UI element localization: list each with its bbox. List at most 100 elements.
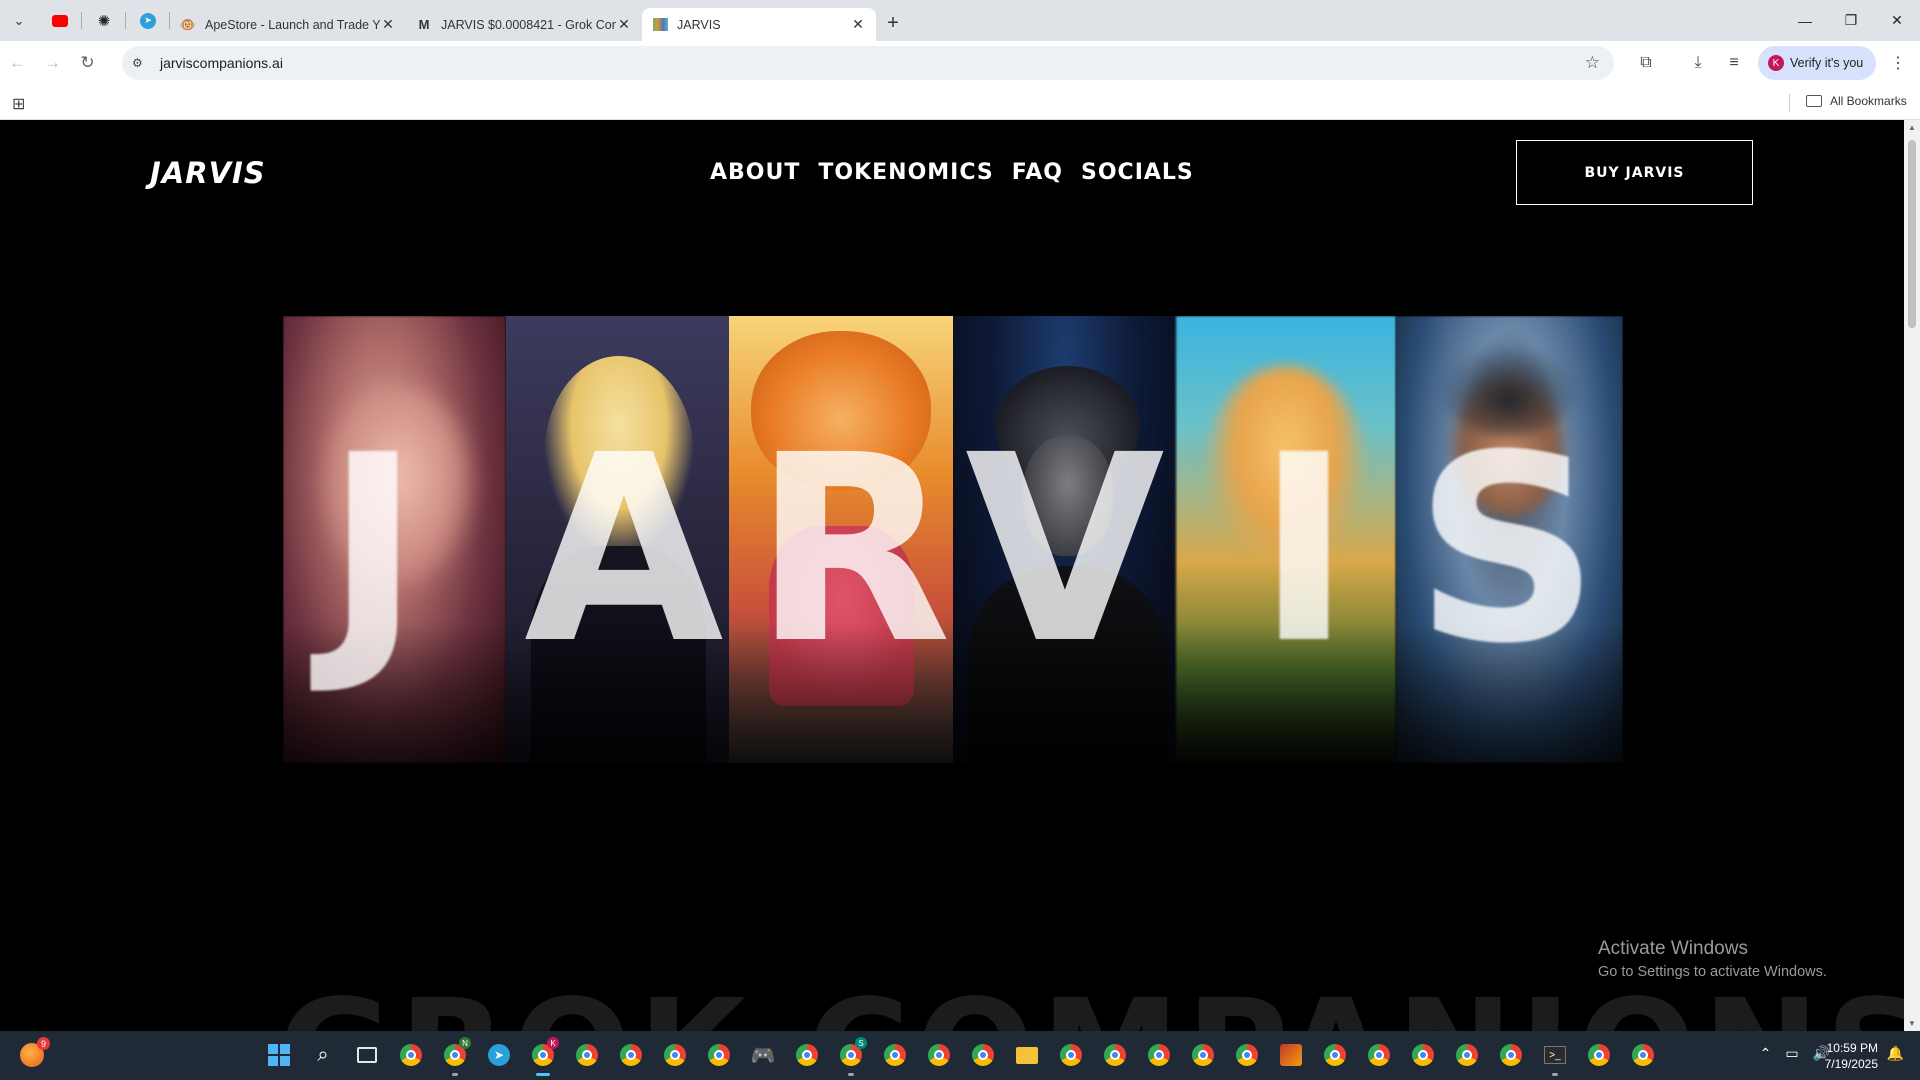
chrome-profile-icon[interactable] [615,1039,647,1071]
site-nav: ABOUT TOKENOMICS FAQ SOCIALS [710,160,1194,185]
extensions-icon[interactable]: ⧉ [1634,51,1658,75]
download-icon[interactable]: ⤓ [1686,51,1710,75]
nav-tokenomics[interactable]: TOKENOMICS [818,160,993,185]
restore-icon[interactable]: ❐ [1828,0,1874,41]
tab-jarvis-price[interactable]: M JARVIS $0.0008421 - Grok Com ✕ [406,8,642,41]
windows-taskbar: 9 ⌕ N ➤ K 🎮 S >_ ⌃ ▭ 🔊 10:59 PM 7/19/202… [0,1031,1920,1080]
tab-title: JARVIS $0.0008421 - Grok Com [441,17,616,32]
tab-search-chevron-icon[interactable]: ⌄ [0,0,38,41]
profile-verify-button[interactable]: K Verify it's you [1758,46,1876,80]
tab-title: ApeStore - Launch and Trade Yo [205,17,380,32]
character-panel-5: I [1176,316,1396,763]
chrome-profile-icon[interactable] [967,1039,999,1071]
bookmarks-bar: ⊞ All Bookmarks [0,85,1920,120]
new-tab-button[interactable]: + [876,7,910,41]
system-tray: ⌃ ▭ 🔊 [1760,1045,1830,1062]
minimize-icon[interactable]: — [1782,0,1828,41]
search-icon[interactable]: ⌕ [307,1039,339,1071]
hero-letter: V [965,400,1165,700]
bookmark-star-icon[interactable]: ☆ [1585,53,1600,73]
kebab-menu-icon[interactable]: ⋮ [1886,51,1910,75]
close-tab-icon[interactable]: ✕ [850,16,866,33]
clock-date: 7/19/2025 [1824,1057,1878,1071]
youtube-icon [52,14,68,27]
chrome-profile-icon[interactable]: N [439,1037,471,1076]
chrome-profile-icon[interactable] [923,1039,955,1071]
address-bar-row: ← → ↻ ⚙ jarviscompanions.ai ☆ ⧉ ⤓ ≡ K Ve… [0,41,1920,85]
site-info-icon[interactable]: ⚙ [132,56,150,70]
telegram-icon[interactable]: ➤ [483,1039,515,1071]
notification-bell-icon[interactable]: 🔔 [1887,1045,1904,1062]
network-icon[interactable]: ▭ [1785,1045,1798,1062]
chrome-profile-icon[interactable] [1583,1039,1615,1071]
chrome-profile-icon[interactable] [571,1039,603,1071]
back-icon[interactable]: ← [0,45,35,81]
chrome-profile-icon[interactable] [1055,1039,1087,1071]
chrome-profile-icon[interactable] [1231,1039,1263,1071]
close-tab-icon[interactable]: ✕ [616,16,632,33]
url-text[interactable]: jarviscompanions.ai [160,55,283,71]
chrome-icon[interactable] [395,1039,427,1071]
pinned-tab-openai[interactable]: ✺ [82,0,126,41]
terminal-icon[interactable]: >_ [1539,1039,1571,1076]
chrome-profile-icon[interactable] [1187,1039,1219,1071]
chrome-profile-icon[interactable] [1451,1039,1483,1071]
weather-widget-icon[interactable]: 9 [20,1037,50,1067]
chrome-profile-icon[interactable] [791,1039,823,1071]
chrome-profile-icon[interactable] [1407,1039,1439,1071]
chrome-profile-icon[interactable]: S [835,1037,867,1076]
watermark-subtitle: Go to Settings to activate Windows. [1598,964,1827,980]
nav-about[interactable]: ABOUT [710,160,800,185]
file-explorer-icon[interactable] [1011,1039,1043,1071]
chrome-profile-icon[interactable] [659,1039,691,1071]
m-logo-icon: M [418,17,430,32]
game-app-icon[interactable] [1275,1039,1307,1071]
chrome-profile-icon[interactable] [879,1039,911,1071]
hero-letter: I [1256,400,1352,700]
chrome-profile-icon[interactable] [1099,1039,1131,1071]
nav-socials[interactable]: SOCIALS [1081,160,1194,185]
hero-banner: J A R V I S [283,316,1623,763]
chrome-profile-icon[interactable] [1319,1039,1351,1071]
tab-apestore[interactable]: 🐵 ApeStore - Launch and Trade Yo ✕ [170,8,406,41]
chrome-profile-icon[interactable] [1495,1039,1527,1071]
reload-icon[interactable]: ↻ [70,45,105,81]
scroll-up-icon[interactable]: ▲ [1908,123,1916,132]
chrome-profile-icon[interactable] [703,1039,735,1071]
hero-letter: R [753,400,952,700]
buy-jarvis-button[interactable]: BUY JARVIS [1516,140,1753,205]
character-panel-4: V [953,316,1176,763]
gamepad-icon[interactable]: 🎮 [747,1039,779,1071]
tab-strip: ⌄ ✺ ➤ 🐵 ApeStore - Launch and Trade Yo ✕… [0,0,1920,41]
folder-icon [1806,95,1822,107]
clock[interactable]: 10:59 PM 7/19/2025 [1825,1040,1878,1072]
omnibox[interactable]: ⚙ jarviscompanions.ai ☆ [122,46,1614,80]
pinned-tab-youtube[interactable] [38,0,82,41]
page-scrollbar[interactable]: ▲ ▼ [1904,120,1920,1031]
chrome-profile-icon[interactable]: K [527,1037,559,1076]
apps-grid-icon[interactable]: ⊞ [12,94,25,114]
all-bookmarks-button[interactable]: All Bookmarks [1806,94,1907,108]
scroll-down-icon[interactable]: ▼ [1908,1019,1916,1028]
chrome-profile-icon[interactable] [1143,1039,1175,1071]
chevron-up-icon[interactable]: ⌃ [1760,1045,1772,1062]
watermark-title: Activate Windows [1598,938,1748,959]
character-panel-1: J [283,316,506,763]
nav-faq[interactable]: FAQ [1012,160,1063,185]
close-tab-icon[interactable]: ✕ [380,16,396,33]
jarvis-favicon [652,17,668,33]
hero-letter: S [1414,400,1600,700]
chrome-profile-icon[interactable] [1363,1039,1395,1071]
chrome-profile-icon[interactable] [1627,1039,1659,1071]
close-window-icon[interactable]: ✕ [1874,0,1920,41]
scrollbar-thumb[interactable] [1908,140,1916,328]
start-button[interactable] [263,1039,295,1071]
media-control-icon[interactable]: ≡ [1722,51,1746,75]
site-logo[interactable]: JARVIS [150,156,266,190]
forward-icon[interactable]: → [35,45,70,81]
task-view-icon[interactable] [351,1039,383,1071]
hero-letter: A [524,400,724,700]
tab-jarvis[interactable]: JARVIS ✕ [642,8,876,41]
pinned-tab-telegram[interactable]: ➤ [126,0,170,41]
windows-activation-watermark: Activate Windows Go to Settings to activ… [1598,938,1827,980]
